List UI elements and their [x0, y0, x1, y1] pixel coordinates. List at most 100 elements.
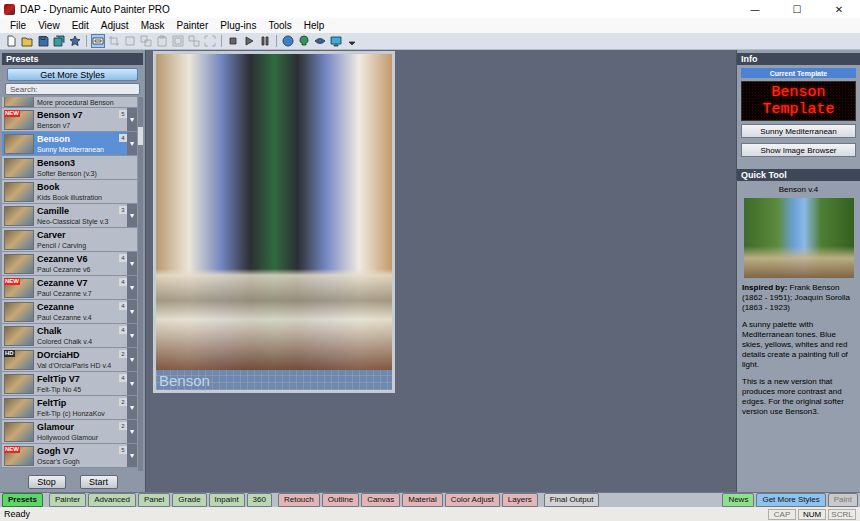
extra-tab[interactable]: Paint: [828, 493, 858, 507]
info-button[interactable]: Sunny Mediterranean: [741, 124, 856, 138]
preset-item[interactable]: BookKids Book illustration: [2, 180, 137, 204]
panel-tab[interactable]: 360: [247, 493, 272, 507]
maximize-button[interactable]: ☐: [776, 0, 818, 18]
panel-tab[interactable]: Advanced: [88, 493, 136, 507]
resize-button[interactable]: [187, 34, 201, 48]
preset-item[interactable]: Benson3Softer Benson (v.3): [2, 156, 137, 180]
play-button[interactable]: [242, 34, 256, 48]
menu-item[interactable]: View: [32, 20, 66, 31]
panel-tab[interactable]: Panel: [138, 493, 170, 507]
preset-item[interactable]: Cezanne V6Paul Cezanne v64▾: [2, 252, 137, 276]
preset-dropdown-button[interactable]: ▾: [127, 444, 137, 467]
panel-tab[interactable]: Retouch: [278, 493, 320, 507]
preset-item[interactable]: BensonSunny Mediterranean4▾: [2, 132, 137, 156]
preset-dropdown-button[interactable]: ▾: [127, 300, 137, 323]
menu-item[interactable]: Edit: [66, 20, 95, 31]
preset-item[interactable]: NEWCezanne V7Paul Cezanne v.74▾: [2, 276, 137, 300]
monitor-button[interactable]: [329, 34, 343, 48]
preset-item[interactable]: HDDOrciaHDVal d'Orcia/Paris HD v.42▾: [2, 348, 137, 372]
preset-item[interactable]: More procedural Benson: [2, 97, 137, 108]
select-button[interactable]: [123, 34, 137, 48]
preset-item[interactable]: ChalkColored Chalk v.44▾: [2, 324, 137, 348]
favorite-icon: [69, 35, 81, 47]
paste-button[interactable]: [155, 34, 169, 48]
preset-item[interactable]: FeltTip V7Felt-Tip No 454▾: [2, 372, 137, 396]
help-button[interactable]: [297, 34, 311, 48]
panel-tab[interactable]: Presets: [2, 493, 43, 507]
preset-thumbnail: [4, 302, 34, 322]
preset-name: Carver: [37, 230, 137, 241]
menu-item[interactable]: Adjust: [95, 20, 135, 31]
panel-tab[interactable]: Painter: [49, 493, 86, 507]
preset-item[interactable]: CarverPencil / Carving: [2, 228, 137, 252]
preset-dropdown-button[interactable]: ▾: [127, 348, 137, 371]
menu-item[interactable]: Help: [298, 20, 331, 31]
menu-item[interactable]: Mask: [135, 20, 171, 31]
panel-tab[interactable]: Material: [402, 493, 442, 507]
preset-dropdown-button[interactable]: ▾: [127, 108, 137, 131]
key-indicator: SCRL: [828, 509, 856, 520]
crop-icon: [108, 35, 120, 47]
favorite-button[interactable]: [68, 34, 82, 48]
save-all-button[interactable]: [52, 34, 66, 48]
panel-tab[interactable]: Final Output: [544, 493, 600, 507]
eye-button[interactable]: [313, 34, 327, 48]
preset-dropdown-button[interactable]: ▾: [127, 252, 137, 275]
preset-text: CarverPencil / Carving: [37, 230, 137, 250]
panel-tab[interactable]: Canvas: [361, 493, 400, 507]
pause-button[interactable]: [258, 34, 272, 48]
preset-subtitle: Val d'Orcia/Paris HD v.4: [37, 361, 119, 370]
save-button[interactable]: [36, 34, 50, 48]
preset-thumbnail: [4, 230, 34, 250]
extra-tabs: NewsGet More StylesPaint: [722, 493, 858, 507]
preset-item[interactable]: CamilleNeo-Classical Style v.33▾: [2, 204, 137, 228]
search-field[interactable]: Search:: [5, 83, 140, 95]
painting-image[interactable]: [156, 54, 392, 370]
extra-tab[interactable]: Get More Styles: [756, 493, 825, 507]
preset-dropdown-button[interactable]: ▾: [127, 372, 137, 395]
info-button[interactable]: Show Image Browser: [741, 143, 856, 157]
preset-item[interactable]: FeltTipFelt-Tip (c) HonzaKov2▾: [2, 396, 137, 420]
view-button[interactable]: [91, 34, 105, 48]
preset-dropdown-button[interactable]: ▾: [127, 420, 137, 443]
select-icon: [124, 35, 136, 47]
panel-tab[interactable]: Color Adjust: [445, 493, 500, 507]
fit-button[interactable]: [203, 34, 217, 48]
menu-item[interactable]: Plug-ins: [214, 20, 262, 31]
copy-button[interactable]: [139, 34, 153, 48]
preset-name: FeltTip: [37, 398, 119, 409]
preset-dropdown-button[interactable]: ▾: [127, 396, 137, 419]
panel-tab[interactable]: Inpaint: [209, 493, 245, 507]
dropdown-button[interactable]: [345, 34, 359, 48]
crop-button[interactable]: [107, 34, 121, 48]
menu-item[interactable]: Tools: [262, 20, 297, 31]
scrollbar-thumb[interactable]: [138, 127, 143, 145]
get-more-styles-button[interactable]: Get More Styles: [7, 68, 138, 81]
preset-item[interactable]: NEWGogh V7Oscar's Gogh5▾: [2, 444, 137, 468]
preset-dropdown-button[interactable]: ▾: [127, 276, 137, 299]
close-button[interactable]: ✕: [818, 0, 860, 18]
preset-item[interactable]: GlamourHollywood Glamour2▾: [2, 420, 137, 444]
preset-subtitle: Neo-Classical Style v.3: [37, 217, 119, 226]
preset-item[interactable]: CezannePaul Cezanne v.44▾: [2, 300, 137, 324]
stop-button[interactable]: [226, 34, 240, 48]
panel-tab[interactable]: Outline: [322, 493, 359, 507]
panel-tab[interactable]: Layers: [502, 493, 538, 507]
minimize-button[interactable]: —: [734, 0, 776, 18]
panel-tab[interactable]: Grade: [172, 493, 206, 507]
new-button[interactable]: [4, 34, 18, 48]
preset-scrollbar[interactable]: [138, 97, 143, 471]
run-button[interactable]: Stop: [28, 475, 66, 489]
extra-tab[interactable]: News: [722, 493, 754, 507]
preset-dropdown-button[interactable]: ▾: [127, 204, 137, 227]
frame-button[interactable]: [171, 34, 185, 48]
run-button[interactable]: Start: [80, 475, 118, 489]
preset-dropdown-button[interactable]: ▾: [127, 132, 137, 155]
menu-item[interactable]: File: [4, 20, 32, 31]
palette-icon: [282, 35, 294, 47]
open-button[interactable]: [20, 34, 34, 48]
palette-button[interactable]: [281, 34, 295, 48]
preset-item[interactable]: NEWBenson v7Benson v75▾: [2, 108, 137, 132]
menu-item[interactable]: Painter: [171, 20, 215, 31]
preset-dropdown-button[interactable]: ▾: [127, 324, 137, 347]
